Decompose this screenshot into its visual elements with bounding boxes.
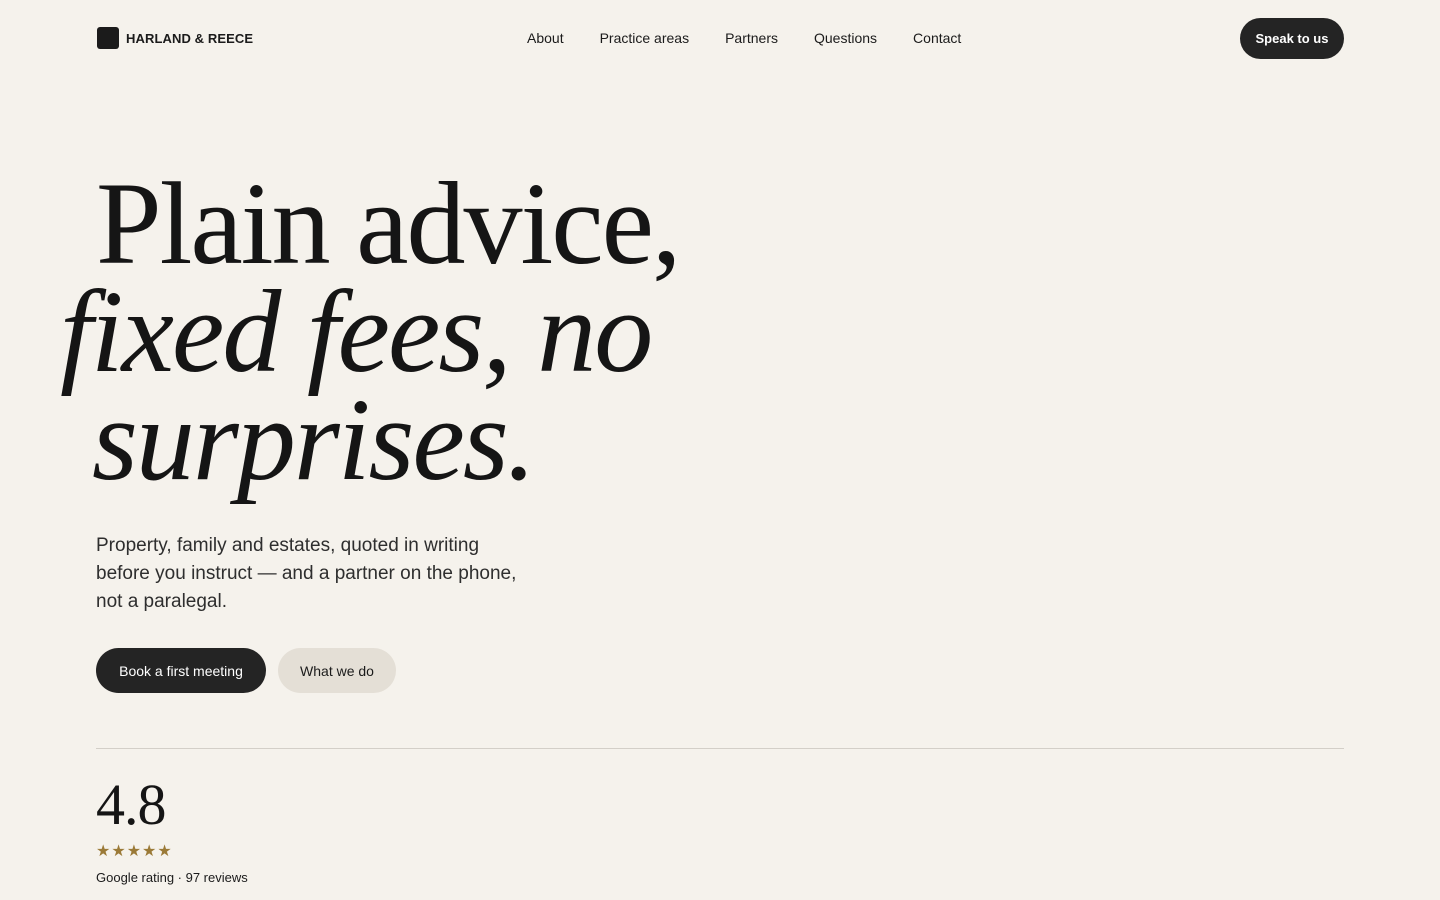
nav-link-about[interactable]: About	[527, 28, 564, 48]
rating-value: 4.8	[96, 772, 166, 837]
book-first-meeting-button[interactable]: Book a first meeting	[96, 648, 266, 693]
star-icon: ★	[142, 843, 157, 860]
rating-caption: Google rating · 97 reviews	[96, 870, 248, 885]
brand-logo-link[interactable]: HARLAND & REECE	[97, 27, 253, 49]
headline-line-2: fixed fees, no	[60, 266, 653, 397]
what-we-do-button[interactable]: What we do	[278, 648, 396, 693]
main-nav: About Practice areas Partners Questions …	[527, 28, 961, 48]
star-icon: ★	[126, 843, 142, 860]
site-header: HARLAND & REECE About Practice areas Par…	[0, 0, 1440, 76]
star-icon: ★	[96, 843, 111, 860]
brand-mark-icon	[97, 27, 119, 49]
headline-line-1: Plain advice,	[96, 158, 681, 289]
rating-stars: ★ ★ ★ ★ ★	[96, 843, 173, 861]
speak-to-us-button[interactable]: Speak to us	[1240, 18, 1344, 59]
headline-line-3: surprises.	[92, 374, 536, 505]
nav-link-partners[interactable]: Partners	[725, 28, 778, 48]
hero-headline: Plain advice, fixed fees, no surprises.	[60, 158, 681, 505]
hero-lede: Property, family and estates, quoted in …	[96, 535, 517, 612]
hero-button-row: Book a first meeting What we do	[96, 648, 396, 693]
star-icon: ★	[111, 843, 126, 860]
page: HARLAND & REECE About Practice areas Par…	[0, 0, 1440, 900]
nav-link-contact[interactable]: Contact	[913, 28, 961, 48]
star-icon: ★	[157, 843, 172, 860]
nav-link-questions[interactable]: Questions	[814, 28, 877, 48]
nav-link-practice-areas[interactable]: Practice areas	[600, 28, 689, 48]
brand-name: HARLAND & REECE	[126, 30, 254, 46]
section-divider	[96, 748, 1344, 749]
